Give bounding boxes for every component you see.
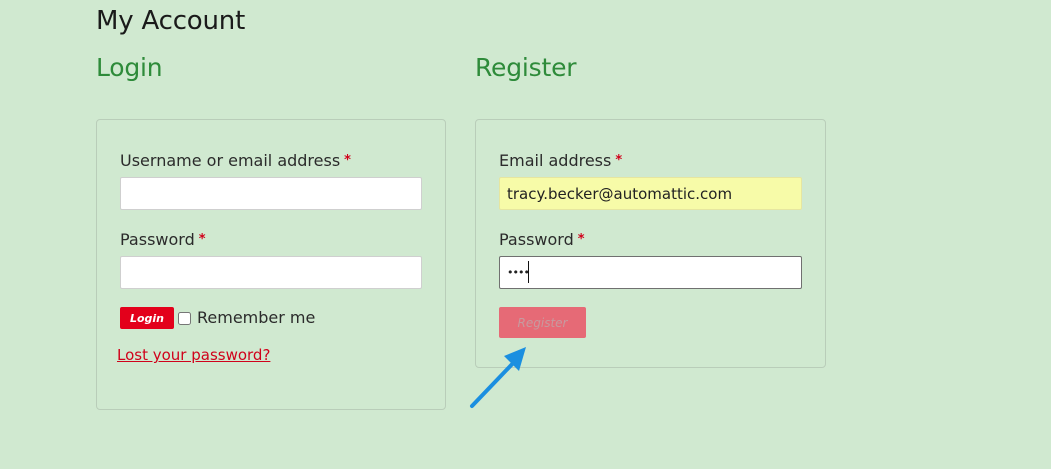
register-form: Email address* Password* •••• Register — [475, 119, 826, 368]
username-label-text: Username or email address — [120, 151, 341, 170]
pointer-arrow-icon — [470, 347, 526, 408]
register-password-input[interactable]: •••• — [499, 256, 802, 289]
required-marker: * — [577, 232, 585, 247]
required-marker: * — [198, 232, 206, 247]
register-password-label-text: Password — [499, 230, 574, 249]
page-title: My Account — [96, 6, 246, 36]
password-mask: •••• — [507, 266, 530, 279]
lost-password-link[interactable]: Lost your password? — [117, 346, 270, 364]
register-button[interactable]: Register — [499, 307, 586, 338]
username-input[interactable] — [120, 177, 422, 210]
username-label: Username or email address * — [120, 151, 351, 170]
login-password-label: Password * — [120, 230, 206, 249]
remember-me-label[interactable]: Remember me — [197, 308, 315, 327]
register-heading: Register — [475, 53, 577, 82]
email-label-text: Email address — [499, 151, 612, 170]
email-label: Email address * — [499, 151, 622, 170]
login-password-input[interactable] — [120, 256, 422, 289]
text-caret — [528, 261, 529, 283]
remember-me-checkbox[interactable] — [178, 312, 191, 325]
login-form: Username or email address * Password * Log… — [96, 119, 446, 410]
required-marker: * — [344, 153, 351, 168]
login-password-label-text: Password — [120, 230, 195, 249]
login-button[interactable]: Login — [120, 307, 174, 329]
required-marker: * — [615, 153, 623, 168]
register-email-input[interactable] — [499, 177, 802, 210]
login-heading: Login — [96, 53, 163, 82]
register-password-label: Password * — [499, 230, 585, 249]
